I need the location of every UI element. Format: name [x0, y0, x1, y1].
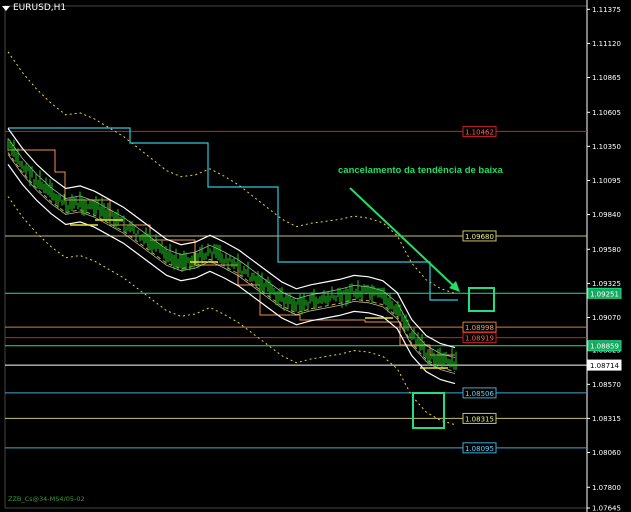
- axis-tick-label: 1.08060: [592, 449, 621, 457]
- level-bid-label: 1.08714: [590, 362, 619, 370]
- axis-tick-label: 1.08315: [592, 415, 621, 423]
- axis-tick-label: 1.09840: [592, 211, 621, 219]
- chart-title-bar[interactable]: EURUSD,H1: [2, 2, 66, 14]
- band-lower: [7, 164, 456, 385]
- chart-window[interactable]: 1.11375 1.11120 1.10865 1.10605 1.10350 1.100…: [0, 0, 631, 512]
- level-cyan-2-label: 1.08095: [465, 445, 494, 453]
- price-chart[interactable]: 1.11375 1.11120 1.10865 1.10605 1.10350 1.100…: [0, 0, 631, 512]
- level-red-2-label: 1.08919: [465, 335, 494, 343]
- axis-tick-label: 1.09580: [592, 246, 621, 254]
- cyan-step-line: [8, 127, 458, 301]
- level-green-current-label: 1.09251: [590, 290, 619, 298]
- trend-arrow-line: [349, 187, 459, 291]
- axis-tick-label: 1.10865: [592, 74, 621, 82]
- symbol-title: EURUSD,H1: [13, 3, 67, 13]
- indicator-footer-label: ZZB_Cs@34-MS4/05-02: [8, 495, 85, 503]
- level-orange-1-label: 1.08998: [465, 324, 494, 332]
- trend-cancel-annotation: cancelamento da tendência de baixa: [338, 165, 503, 176]
- axis-tick-label: 1.10350: [592, 143, 621, 151]
- axis-tick-label: 1.08570: [592, 381, 621, 389]
- signal-box-upper[interactable]: [468, 287, 495, 312]
- level-yellow-2-label: 1.08315: [465, 415, 494, 423]
- chart-menu-triangle-icon[interactable]: [2, 5, 10, 11]
- axis-tick-label: 1.09070: [592, 314, 621, 322]
- plot-frame: [4, 5, 588, 509]
- axis-tick-label: 1.11120: [592, 40, 621, 48]
- signal-box-lower[interactable]: [412, 392, 445, 429]
- axis-tick-label: 1.11375: [592, 6, 621, 14]
- axis-tick-label: 1.07645: [592, 505, 621, 512]
- axis-tick-label: 1.10095: [592, 177, 621, 185]
- axis-tick-label: 1.09325: [592, 280, 621, 288]
- level-cyan-1-label: 1.08506: [465, 390, 494, 398]
- level-green-2-label: 1.08859: [590, 343, 619, 351]
- level-red-1-label: 1.10462: [465, 128, 494, 136]
- axis-tick-label: 1.10605: [592, 109, 621, 117]
- band-upper: [7, 128, 456, 349]
- level-yellow-1-label: 1.09680: [465, 233, 494, 241]
- axis-tick-label: 1.07800: [592, 484, 621, 492]
